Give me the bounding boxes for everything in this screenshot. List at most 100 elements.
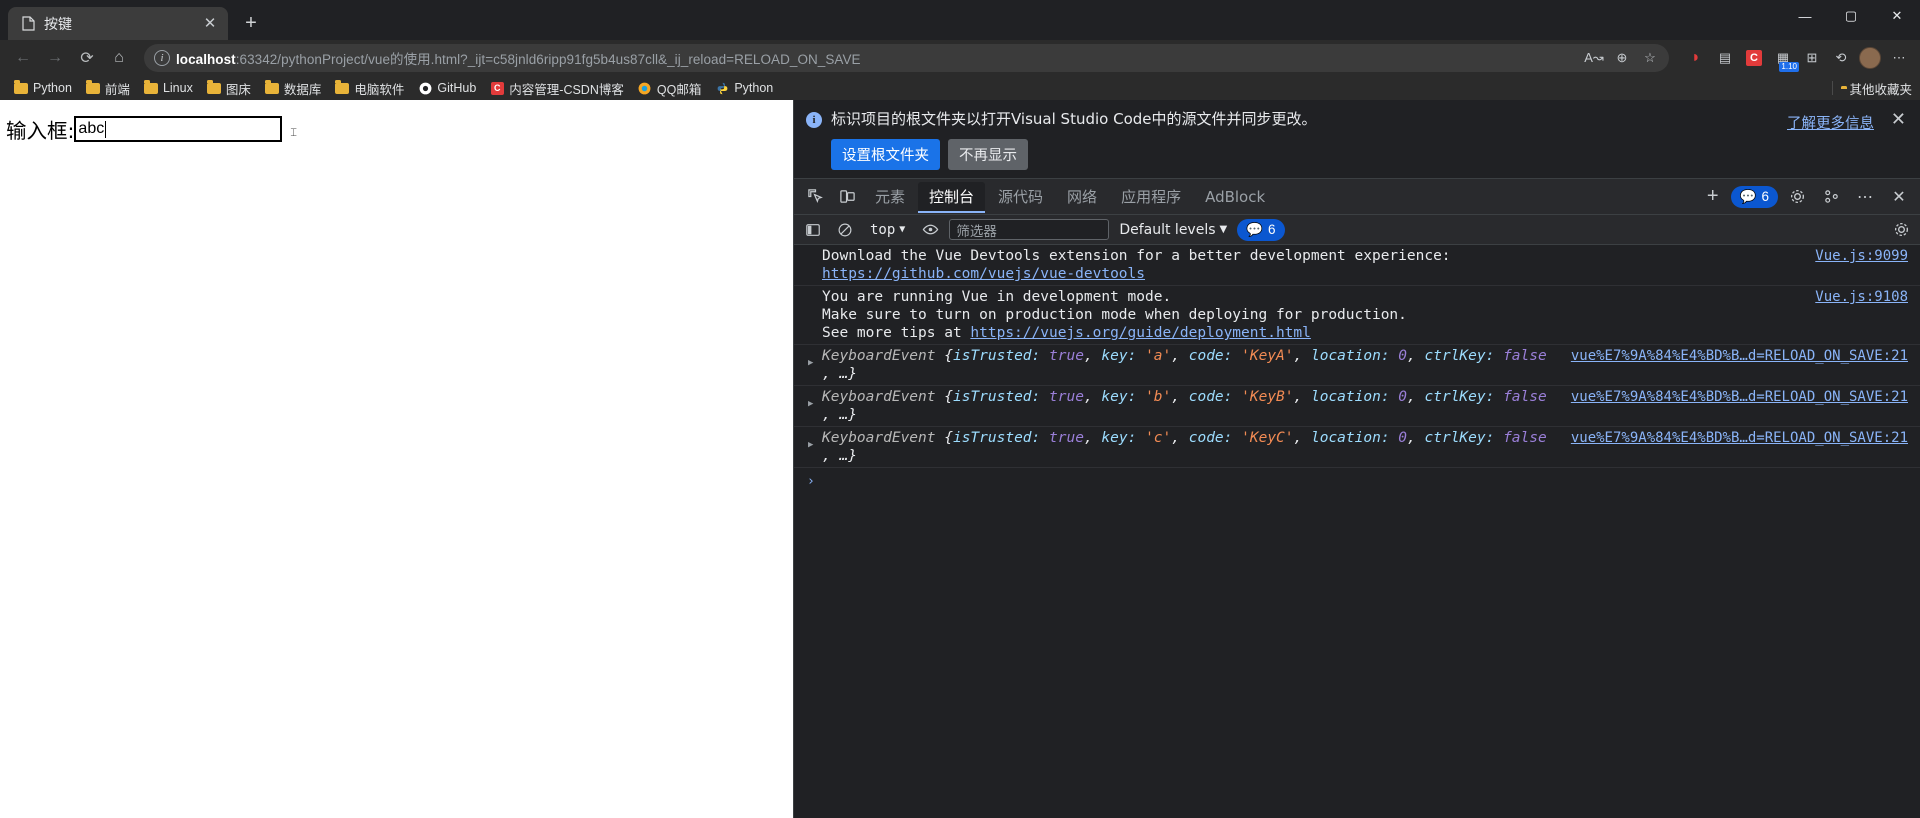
dock-side-icon[interactable] (1816, 183, 1846, 211)
favorite-icon[interactable]: ☆ (1639, 47, 1661, 69)
tab-network[interactable]: 网络 (1056, 182, 1108, 212)
bookmark-label: Linux (162, 81, 193, 95)
address-bar[interactable]: i localhost:63342/pythonProject/vue的使用.h… (144, 44, 1669, 72)
comma-3: , (1293, 348, 1303, 364)
console-message-keyboard-event-b[interactable]: ▶ vue%E7%9A%84%E4%BD%B…d=RELOAD_ON_SAVE:… (794, 386, 1920, 427)
history-icon[interactable]: ⟲ (1828, 45, 1854, 71)
other-bookmarks[interactable]: 其他收藏夹 (1832, 79, 1912, 98)
message-line-1: You are running Vue in development mode. (822, 289, 1172, 305)
close-devtools-icon[interactable]: ✕ (1884, 183, 1914, 211)
screenshot-glyph: ▤ (1718, 50, 1732, 65)
extensions-area: ◗ ▤ C ▦ 1.10 ⊞ ⟲ ⋯ (1679, 45, 1912, 72)
more-options-icon[interactable]: ⋯ (1850, 183, 1880, 211)
filter-input[interactable]: 筛选器 (949, 219, 1110, 240)
comma-1: , (1083, 430, 1093, 446)
bookmark-label: 图床 (225, 82, 251, 97)
other-bookmarks-label: 其他收藏夹 (1849, 82, 1912, 97)
tab-adblock[interactable]: AdBlock (1194, 182, 1276, 212)
new-tab-button[interactable]: + (236, 8, 266, 38)
devtools-github-link[interactable]: https://github.com/vuejs/vue-devtools (822, 266, 1145, 282)
zoom-icon[interactable]: ⊕ (1611, 47, 1633, 69)
message-source-link[interactable]: vue%E7%9A%84%E4%BD%B…d=RELOAD_ON_SAVE:21 (1571, 429, 1908, 447)
gear-icon[interactable] (1782, 183, 1812, 211)
back-button[interactable]: ← (8, 43, 38, 73)
console-message-keyboard-event-a[interactable]: ▶ vue%E7%9A%84%E4%BD%B…d=RELOAD_ON_SAVE:… (794, 345, 1920, 386)
message-source-link[interactable]: vue%E7%9A%84%E4%BD%B…d=RELOAD_ON_SAVE:21 (1571, 347, 1908, 365)
window-controls: — ▢ ✕ (1782, 0, 1920, 32)
version-badge-icon[interactable]: ▦ 1.10 (1770, 45, 1799, 72)
console-sidebar-icon[interactable] (800, 218, 826, 242)
console-output[interactable]: Vue.js:9099 Download the Vue Devtools ex… (794, 245, 1920, 818)
event-open-brace: { (944, 348, 953, 364)
clear-console-icon[interactable] (832, 218, 858, 242)
input-form-row: 输入框: abc ⌶ (6, 114, 793, 144)
execution-context-select[interactable]: top ▼ (864, 220, 911, 240)
chevron-down-icon: ▼ (899, 224, 906, 235)
devtools-tab-bar: 元素 控制台 源代码 网络 应用程序 AdBlock + 💬 6 ⋯ ✕ (794, 179, 1920, 215)
bookmark-item-csdn[interactable]: C 内容管理-CSDN博客 (484, 77, 630, 100)
bookmark-item-software[interactable]: 电脑软件 (329, 77, 410, 100)
avatar[interactable] (1857, 45, 1883, 71)
message-source-link[interactable]: Vue.js:9108 (1815, 288, 1908, 306)
expand-arrow-icon[interactable]: ▶ (808, 395, 813, 413)
bookmark-item-database[interactable]: 数据库 (259, 77, 328, 100)
console-prompt[interactable]: › (794, 468, 1920, 489)
forward-button[interactable]: → (40, 43, 70, 73)
dont-show-again-button[interactable]: 不再显示 (948, 139, 1028, 170)
tab-sources[interactable]: 源代码 (987, 182, 1054, 212)
prop-ctrlKey: ctrlKey: (1424, 389, 1495, 405)
inspect-element-icon[interactable] (800, 183, 830, 211)
bookmark-item-python2[interactable]: Python (709, 79, 779, 97)
device-toolbar-icon[interactable] (832, 183, 862, 211)
learn-more-link[interactable]: 了解更多信息 (1787, 112, 1874, 133)
shield-extension-icon[interactable]: ◗ (1683, 45, 1709, 71)
home-button[interactable]: ⌂ (104, 43, 134, 73)
reload-button[interactable]: ⟳ (72, 43, 102, 73)
minimize-button[interactable]: — (1782, 0, 1828, 32)
live-expression-icon[interactable] (917, 218, 943, 242)
folder-icon (85, 80, 100, 94)
deployment-guide-link[interactable]: https://vuejs.org/guide/deployment.html (970, 325, 1310, 341)
levels-label: Default levels (1119, 221, 1216, 238)
bookmark-item-linux[interactable]: Linux (138, 79, 199, 97)
maximize-button[interactable]: ▢ (1828, 0, 1874, 32)
value-isTrusted: true (1049, 389, 1084, 405)
tab-application[interactable]: 应用程序 (1110, 182, 1192, 212)
banner-message-row: i 标识项目的根文件夹以打开Visual Studio Code中的源文件并同步… (806, 110, 1908, 129)
issues-badge[interactable]: 💬 6 (1730, 185, 1778, 208)
bookmark-label: Python (734, 81, 774, 95)
message-source-link[interactable]: Vue.js:9099 (1815, 247, 1908, 265)
more-options-icon[interactable]: ⋯ (1886, 45, 1912, 71)
text-input[interactable]: abc (74, 116, 283, 142)
close-icon[interactable]: ✕ (200, 14, 220, 34)
gear-icon[interactable] (1888, 218, 1914, 242)
bookmark-item-qqmail[interactable]: QQ邮箱 (632, 77, 707, 100)
bookmark-item-frontend[interactable]: 前端 (80, 77, 136, 100)
site-info-icon[interactable]: i (154, 50, 170, 66)
log-levels-select[interactable]: Default levels ▼ (1115, 222, 1231, 238)
qqmail-icon (638, 82, 652, 94)
screenshot-extension-icon[interactable]: ▤ (1712, 45, 1738, 71)
bookmark-label: 数据库 (283, 82, 322, 97)
expand-arrow-icon[interactable]: ▶ (808, 436, 813, 454)
console-message-vue-devtools[interactable]: Vue.js:9099 Download the Vue Devtools ex… (794, 245, 1920, 286)
expand-arrow-icon[interactable]: ▶ (808, 354, 813, 372)
csdn-extension-icon[interactable]: C (1741, 45, 1767, 71)
close-icon[interactable]: ✕ (1891, 110, 1906, 128)
prop-location: location: (1310, 389, 1390, 405)
console-message-dev-mode[interactable]: Vue.js:9108 You are running Vue in devel… (794, 286, 1920, 345)
set-root-folder-button[interactable]: 设置根文件夹 (831, 139, 940, 170)
tab-console[interactable]: 控制台 (918, 181, 986, 213)
read-aloud-icon[interactable]: A↝ (1583, 47, 1605, 69)
bookmark-item-github[interactable]: GitHub (412, 79, 482, 97)
console-issues-badge[interactable]: 💬 6 (1237, 218, 1285, 241)
window-close-button[interactable]: ✕ (1874, 0, 1920, 32)
bookmark-item-imagehost[interactable]: 图床 (201, 77, 257, 100)
puzzle-extensions-icon[interactable]: ⊞ (1799, 45, 1825, 71)
tab-elements[interactable]: 元素 (864, 182, 916, 212)
browser-tab[interactable]: 按键 ✕ (8, 7, 228, 40)
message-source-link[interactable]: vue%E7%9A%84%E4%BD%B…d=RELOAD_ON_SAVE:21 (1571, 388, 1908, 406)
add-panel-icon[interactable]: + (1699, 183, 1727, 211)
bookmark-item-python[interactable]: Python (8, 79, 78, 97)
console-message-keyboard-event-c[interactable]: ▶ vue%E7%9A%84%E4%BD%B…d=RELOAD_ON_SAVE:… (794, 427, 1920, 468)
